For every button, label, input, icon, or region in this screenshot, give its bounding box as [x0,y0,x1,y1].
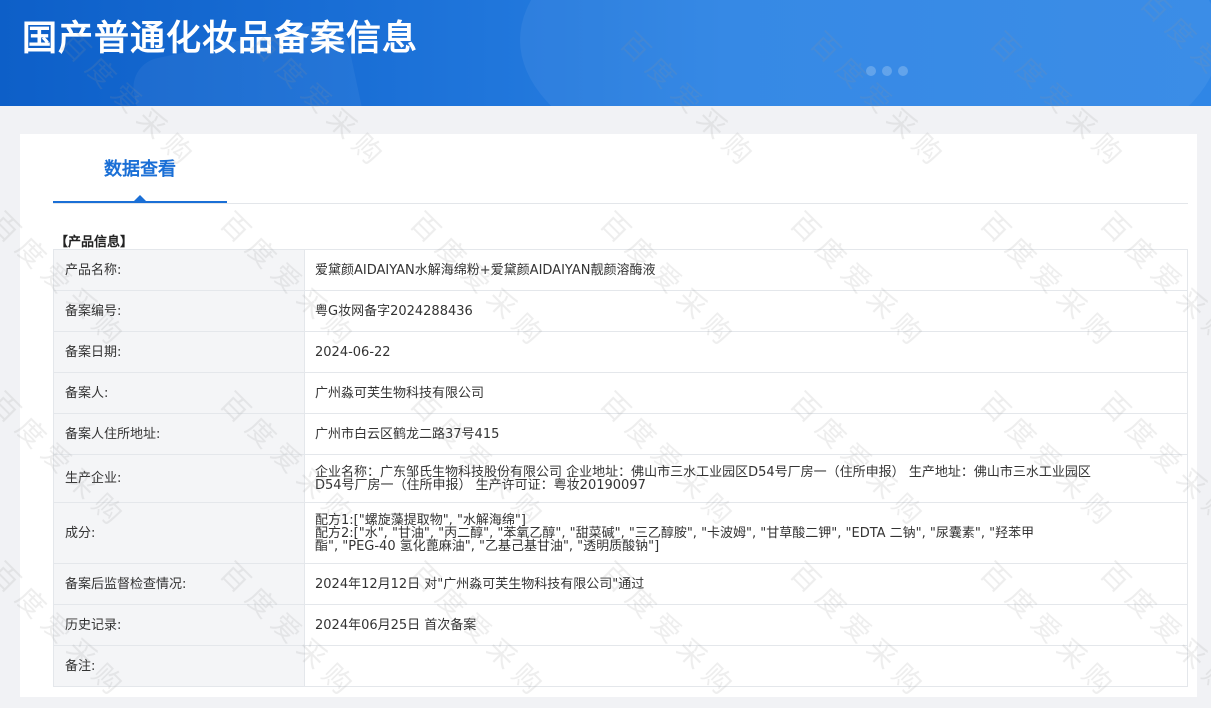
table-row: 备案人住所地址: 广州市白云区鹤龙二路37号415 [53,413,1188,455]
row-value-manufacturer: 企业名称：广东邹氏生物科技股份有限公司 企业地址：佛山市三水工业园区D54号厂房… [304,454,1188,503]
table-row: 备案日期: 2024-06-22 [53,331,1188,373]
row-label-product-name: 产品名称: [53,249,305,291]
table-row: 备注: [53,645,1188,687]
row-value-record-number: 粤G妆网备字2024288436 [304,290,1188,332]
row-value-registrant-address: 广州市白云区鹤龙二路37号415 [304,413,1188,455]
banner-dots [866,62,936,80]
row-label-record-date: 备案日期: [53,331,305,373]
banner-decoration [520,0,1211,106]
tab-active-indicator [133,195,147,202]
table-row: 备案人: 广州淼可芙生物科技有限公司 [53,372,1188,414]
row-label-registrant-address: 备案人住所地址: [53,413,305,455]
header-banner: 国产普通化妆品备案信息 [0,0,1211,106]
row-label-manufacturer: 生产企业: [53,454,305,503]
table-row: 历史记录: 2024年06月25日 首次备案 [53,604,1188,646]
row-value-history: 2024年06月25日 首次备案 [304,604,1188,646]
page-title: 国产普通化妆品备案信息 [22,19,419,59]
table-row: 生产企业: 企业名称：广东邹氏生物科技股份有限公司 企业地址：佛山市三水工业园区… [53,454,1188,503]
tab-label: 数据查看 [104,158,176,180]
section-title: 【产品信息】 [55,235,134,250]
row-label-history: 历史记录: [53,604,305,646]
table-row: 产品名称: 爱黛颜AIDAIYAN水解海绵粉+爱黛颜AIDAIYAN靓颜溶酶液 [53,249,1188,291]
row-label-ingredients: 成分: [53,502,305,564]
row-value-remarks [304,645,1188,687]
row-value-product-name: 爱黛颜AIDAIYAN水解海绵粉+爱黛颜AIDAIYAN靓颜溶酶液 [304,249,1188,291]
row-value-record-date: 2024-06-22 [304,331,1188,373]
row-value-registrant: 广州淼可芙生物科技有限公司 [304,372,1188,414]
row-label-remarks: 备注: [53,645,305,687]
row-label-record-number: 备案编号: [53,290,305,332]
table-row: 备案后监督检查情况: 2024年12月12日 对"广州淼可芙生物科技有限公司"通… [53,563,1188,605]
row-label-inspection: 备案后监督检查情况: [53,563,305,605]
tab-data-view[interactable]: 数据查看 [53,134,227,203]
manufacturer-line: D54号厂房一（住所申报） 生产许可证：粤妆20190097 [315,477,646,493]
row-label-registrant: 备案人: [53,372,305,414]
table-row: 备案编号: 粤G妆网备字2024288436 [53,290,1188,332]
tab-bar: 数据查看 [53,134,1188,204]
row-value-ingredients: 配方1:["螺旋藻提取物", "水解海绵"] 配方2:["水", "甘油", "… [304,502,1188,564]
content-card: 数据查看 【产品信息】 产品名称: 爱黛颜AIDAIYAN水解海绵粉+爱黛颜AI… [20,134,1197,697]
ingredients-line: 配方1:["螺旋藻提取物", "水解海绵"] [315,512,526,528]
manufacturer-line: 企业名称：广东邹氏生物科技股份有限公司 企业地址：佛山市三水工业园区D54号厂房… [315,464,1091,480]
ingredients-line: 酯", "PEG-40 氢化蓖麻油", "乙基己基甘油", "透明质酸钠"] [315,538,660,554]
product-info-table: 产品名称: 爱黛颜AIDAIYAN水解海绵粉+爱黛颜AIDAIYAN靓颜溶酶液 … [53,249,1188,687]
ingredients-line: 配方2:["水", "甘油", "丙二醇", "苯氧乙醇", "甜菜碱", "三… [315,525,1035,541]
table-row: 成分: 配方1:["螺旋藻提取物", "水解海绵"] 配方2:["水", "甘油… [53,502,1188,564]
row-value-inspection: 2024年12月12日 对"广州淼可芙生物科技有限公司"通过 [304,563,1188,605]
